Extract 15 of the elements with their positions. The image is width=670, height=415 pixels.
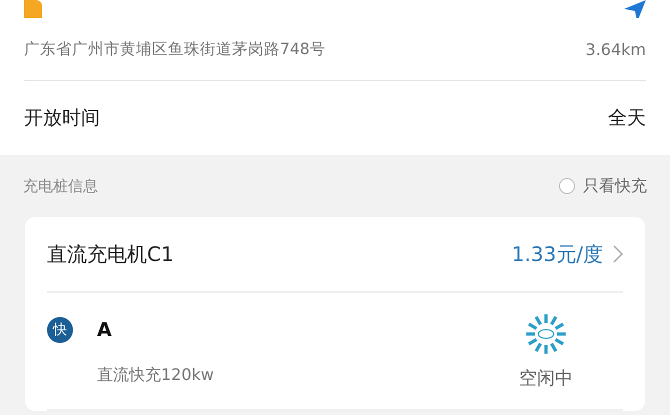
fast-badge: 快 [47, 316, 73, 342]
hours-value: 全天 [608, 106, 646, 131]
price[interactable]: 1.33元/度 [512, 240, 603, 268]
station-address: 广东省广州市黄埔区鱼珠街道茅岗路748号 [24, 38, 326, 60]
charger-name: 直流充电机C1 [47, 240, 174, 268]
hours-label: 开放时间 [24, 106, 100, 131]
idle-status-icon [524, 312, 568, 356]
connector-spec: 直流快充120kw [97, 364, 214, 386]
chevron-icon [613, 245, 623, 263]
connector-status: 空闲中 [519, 367, 573, 390]
fast-only-radio[interactable] [559, 178, 575, 194]
section-title: 充电桩信息 [23, 176, 98, 196]
fast-only-label: 只看快充 [583, 176, 647, 196]
connector-name: A [97, 318, 112, 340]
distance: 3.64km [586, 40, 646, 58]
